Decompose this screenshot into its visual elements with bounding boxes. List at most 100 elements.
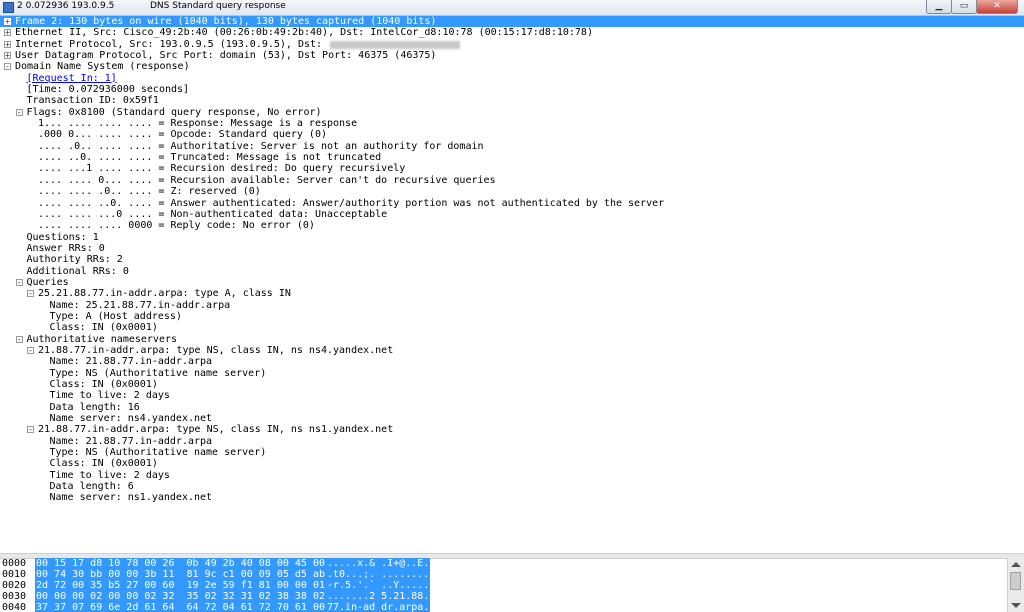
tree-field[interactable]: Time to live: 2 days [0, 470, 1024, 481]
close-button[interactable]: ✕ [976, 0, 1018, 14]
tree-label: .... .... .... 0000 = Reply code: No err… [38, 220, 315, 232]
tree-node[interactable]: + Ethernet II, Src: Cisco_49:2b:40 (00:26… [0, 27, 1024, 38]
tree-label: .... .... .0.. .... = Z: reserved (0) [38, 186, 261, 198]
tree-node[interactable]: - Authoritative nameservers [0, 334, 1024, 345]
tree-field[interactable]: Class: IN (0x0001) [0, 379, 1024, 390]
expand-icon[interactable]: + [4, 18, 11, 26]
tree-label: Ethernet II, Src: Cisco_49:2b:40 (00:26:… [15, 27, 593, 39]
tree-field[interactable]: Class: IN (0x0001) [0, 458, 1024, 469]
tree-field[interactable]: .... .... ...0 .... = Non-authenticated … [0, 209, 1024, 220]
tree-node[interactable]: - Queries [0, 277, 1024, 288]
tree-field[interactable]: Type: A (Host address) [0, 311, 1024, 322]
hex-ascii: -r.5.'.` ..Y..... [326, 580, 431, 591]
bytes-scrollbar[interactable] [1007, 558, 1024, 612]
tree-field[interactable]: .... .0.. .... .... = Authoritative: Ser… [0, 141, 1024, 152]
tree-label: Type: A (Host address) [49, 310, 182, 322]
tree-field[interactable]: Name: 25.21.88.77.in-addr.arpa [0, 300, 1024, 311]
tree-field[interactable]: [Request In: 1] [0, 73, 1024, 84]
tree-field[interactable]: Data length: 6 [0, 481, 1024, 492]
tree-label: User Datagram Protocol, Src Port: domain… [15, 50, 437, 62]
window-title-info: DNS Standard query response [150, 1, 286, 11]
tree-field[interactable]: .... .... .... 0000 = Reply code: No err… [0, 220, 1024, 231]
tree-field[interactable]: .... .... .0.. .... = Z: reserved (0) [0, 186, 1024, 197]
tree-field[interactable]: Data length: 16 [0, 402, 1024, 413]
hex-row[interactable]: 0000 00 15 17 d8 10 78 00 26 0b 49 2b 40 … [0, 558, 1008, 569]
minimize-button[interactable]: ▁ [926, 0, 952, 14]
tree-node[interactable]: - Flags: 0x8100 (Standard query response,… [0, 107, 1024, 118]
collapse-icon[interactable]: - [27, 346, 34, 354]
tree-node[interactable]: - Domain Name System (response) [0, 61, 1024, 72]
hex-offset: 0040 [2, 602, 27, 612]
request-in-link[interactable]: [Request In: 1] [27, 73, 117, 84]
tree-field[interactable]: .... ..0. .... .... = Truncated: Message… [0, 152, 1024, 163]
tree-label: [Time: 0.072936000 seconds] [26, 84, 190, 96]
tree-field[interactable]: Name server: ns1.yandex.net [0, 492, 1024, 503]
hex-row[interactable]: 0040 37 37 07 69 6e 2d 61 64 64 72 04 61 … [0, 602, 1008, 612]
maximize-button[interactable]: ▭ [951, 0, 977, 14]
expand-icon[interactable]: + [4, 52, 11, 60]
tree-label: Class: IN (0x0001) [49, 458, 158, 470]
tree-node[interactable]: + User Datagram Protocol, Src Port: domai… [0, 50, 1024, 61]
tree-field[interactable]: Name: 21.88.77.in-addr.arpa [0, 436, 1024, 447]
tree-label: Data length: 6 [49, 481, 134, 493]
window-title-packet: 2 0.072936 193.0.9.5 [17, 1, 115, 11]
tree-field[interactable]: Answer RRs: 0 [0, 243, 1024, 254]
collapse-icon[interactable]: - [27, 290, 34, 298]
tree-label: Frame 2: 130 bytes on wire (1040 bits), … [15, 16, 437, 27]
tree-label: .... .... ..0. .... = Answer authenticat… [38, 197, 665, 209]
tree-field[interactable]: Name server: ns4.yandex.net [0, 413, 1024, 424]
tree-field[interactable]: .000 0... .... .... = Opcode: Standard q… [0, 129, 1024, 140]
tree-field[interactable]: Questions: 1 [0, 232, 1024, 243]
packet-bytes-pane[interactable]: 0000 00 15 17 d8 10 78 00 26 0b 49 2b 40 … [0, 558, 1008, 612]
tree-field[interactable]: [Time: 0.072936000 seconds] [0, 84, 1024, 95]
expand-icon[interactable]: + [4, 29, 11, 37]
tree-field[interactable]: .... .... 0... .... = Recursion availabl… [0, 175, 1024, 186]
hex-row[interactable]: 0010 00 74 30 bb 00 00 3b 11 81 9c c1 00 … [0, 569, 1008, 580]
tree-node[interactable]: + Internet Protocol, Src: 193.0.9.5 (193.… [0, 39, 1024, 50]
tree-label: Type: NS (Authoritative name server) [49, 447, 267, 459]
tree-field[interactable]: Time to live: 2 days [0, 390, 1024, 401]
tree-label: Questions: 1 [26, 231, 99, 243]
tree-field[interactable]: Class: IN (0x0001) [0, 322, 1024, 333]
tree-label: Name: 25.21.88.77.in-addr.arpa [49, 299, 231, 311]
scroll-down-icon[interactable] [1011, 603, 1021, 608]
tree-label: 21.88.77.in-addr.arpa: type NS, class IN… [38, 424, 394, 436]
collapse-icon[interactable]: - [4, 63, 11, 71]
packet-details-tree[interactable]: + Frame 2: 130 bytes on wire (1040 bits),… [0, 16, 1024, 552]
scroll-up-icon[interactable] [1011, 562, 1021, 567]
hex-row[interactable]: 0020 2d 72 00 35 b5 27 00 60 19 2e 59 f1 … [0, 580, 1008, 591]
tree-label: Name server: ns4.yandex.net [49, 413, 213, 425]
tree-field[interactable]: Additional RRs: 0 [0, 266, 1024, 277]
tree-label: 1... .... .... .... = Response: Message … [38, 118, 358, 130]
tree-field[interactable]: .... ...1 .... .... = Recursion desired:… [0, 163, 1024, 174]
collapse-icon[interactable]: - [15, 108, 23, 116]
tree-node[interactable]: -21.88.77.in-addr.arpa: type NS, class I… [0, 345, 1024, 356]
tree-label: Class: IN (0x0001) [49, 379, 158, 390]
tree-field[interactable]: Authority RRs: 2 [0, 254, 1024, 265]
hex-row[interactable]: 0030 00 00 00 02 00 00 02 32 35 02 32 31 … [0, 591, 1008, 602]
tree-label: Authoritative nameservers [26, 333, 178, 345]
hex-offset: 0030 [2, 591, 27, 602]
window-controls: ▁ ▭ ✕ [926, 0, 1018, 14]
tree-label: .... ..0. .... .... = Truncated: Message… [38, 152, 382, 164]
tree-field[interactable]: Type: NS (Authoritative name server) [0, 447, 1024, 458]
tree-field[interactable]: 1... .... .... .... = Response: Message … [0, 118, 1024, 129]
tree-node[interactable]: -25.21.88.77.in-addr.arpa: type A, class… [0, 288, 1024, 299]
tree-field[interactable]: Type: NS (Authoritative name server) [0, 368, 1024, 379]
expand-icon[interactable]: + [4, 40, 11, 48]
collapse-icon[interactable]: - [15, 278, 23, 286]
tree-node[interactable]: -21.88.77.in-addr.arpa: type NS, class I… [0, 424, 1024, 435]
hex-ascii: 77.in-ad dr.arpa. [326, 602, 431, 612]
tree-field[interactable]: Name: 21.88.77.in-addr.arpa [0, 356, 1024, 367]
tree-field[interactable]: Transaction ID: 0x59f1 [0, 95, 1024, 106]
tree-field[interactable]: .... .... ..0. .... = Answer authenticat… [0, 198, 1024, 209]
tree-label: Transaction ID: 0x59f1 [26, 95, 159, 107]
tree-label: Domain Name System (response) [15, 61, 190, 73]
scroll-thumb[interactable] [1010, 572, 1021, 590]
collapse-icon[interactable]: - [27, 426, 34, 434]
tree-label: Time to live: 2 days [49, 469, 170, 481]
collapse-icon[interactable]: - [15, 335, 23, 343]
tree-label: Name: 21.88.77.in-addr.arpa [49, 356, 213, 368]
tree-node[interactable]: + Frame 2: 130 bytes on wire (1040 bits),… [0, 16, 1024, 28]
tree-label: Data length: 16 [49, 401, 140, 413]
